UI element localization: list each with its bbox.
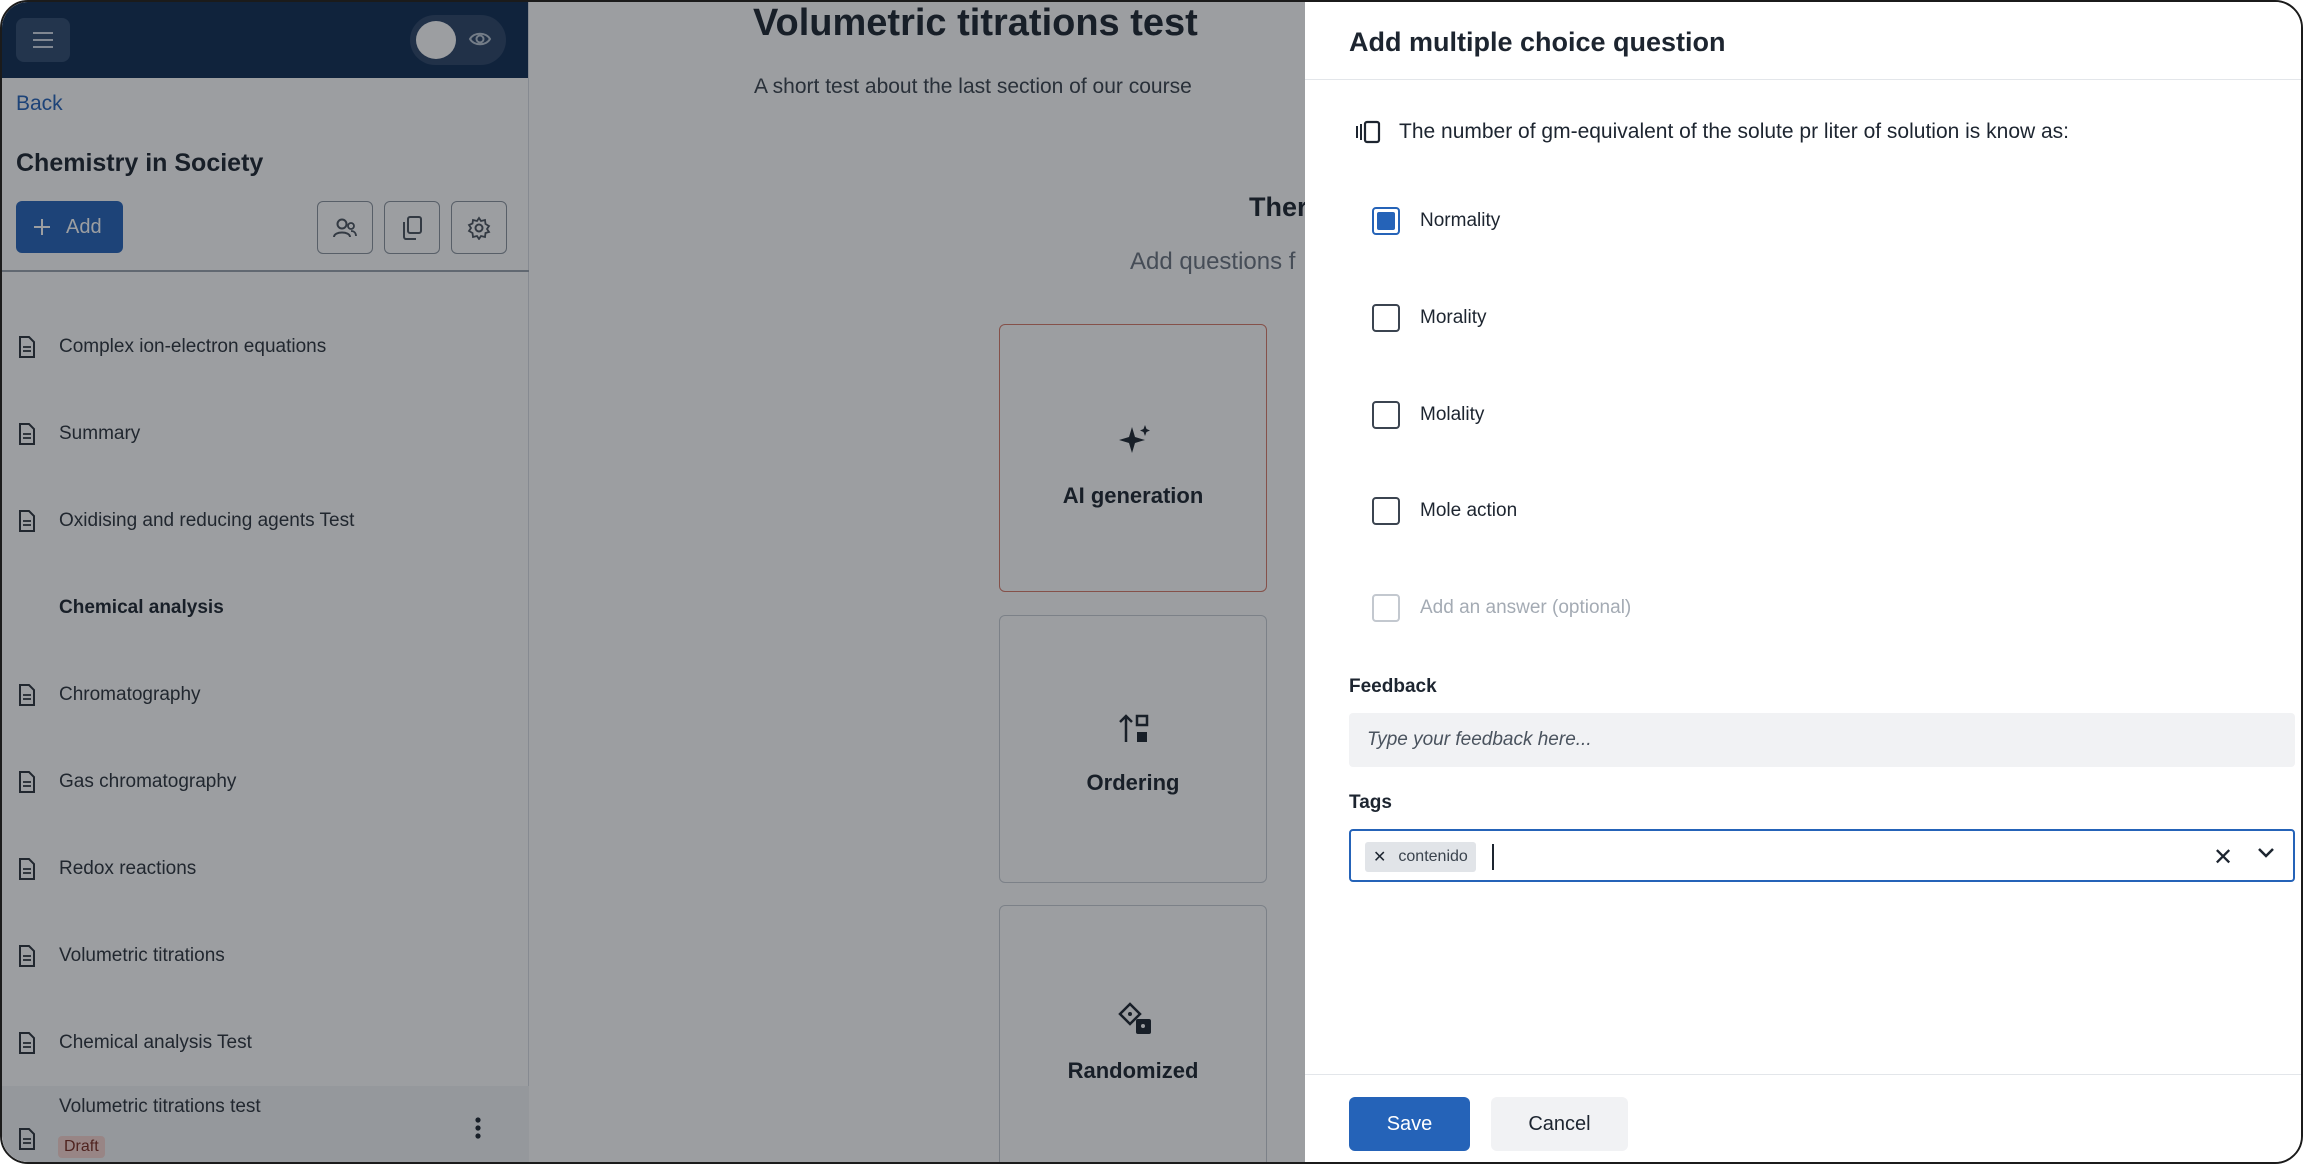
save-button[interactable]: Save (1349, 1097, 1470, 1151)
feedback-input[interactable] (1349, 713, 2295, 767)
question-text[interactable]: The number of gm-equivalent of the solut… (1399, 120, 2069, 144)
drawer-header-divider (1305, 79, 2301, 80)
tag-chip: ✕ contenido (1365, 842, 1476, 872)
text-cursor (1492, 844, 1494, 870)
tags-label: Tags (1349, 792, 1392, 813)
answer-checkbox (1372, 594, 1400, 622)
answer-checkbox[interactable] (1372, 401, 1400, 429)
tags-input[interactable]: ✕ contenido ✕ (1349, 829, 2295, 882)
drawer-footer-divider (1305, 1074, 2301, 1075)
answer-option[interactable]: Mole action (1372, 497, 1517, 525)
multiple-choice-icon (1356, 120, 1381, 144)
question-drawer: Add multiple choice question The number … (1305, 2, 2301, 1162)
chevron-down-icon[interactable] (2257, 847, 2275, 859)
modal-backdrop[interactable] (2, 2, 1305, 1162)
remove-tag-icon[interactable]: ✕ (1373, 847, 1386, 867)
add-answer-placeholder[interactable]: Add an answer (optional) (1420, 597, 1631, 619)
answer-label[interactable]: Normality (1420, 210, 1500, 232)
cancel-button[interactable]: Cancel (1491, 1097, 1628, 1151)
answer-label[interactable]: Morality (1420, 307, 1487, 329)
answer-checkbox[interactable] (1372, 497, 1400, 525)
answer-option[interactable]: Normality (1372, 207, 1500, 235)
answer-option[interactable]: Molality (1372, 401, 1484, 429)
add-answer-option[interactable]: Add an answer (optional) (1372, 594, 1631, 622)
drawer-title: Add multiple choice question (1349, 27, 1726, 57)
answer-label[interactable]: Mole action (1420, 500, 1517, 522)
app-window: Back Chemistry in Society Add Complex io… (0, 0, 2303, 1164)
answer-option[interactable]: Morality (1372, 304, 1487, 332)
question-row: The number of gm-equivalent of the solut… (1355, 120, 2069, 144)
answer-label[interactable]: Molality (1420, 404, 1484, 426)
clear-tags-icon[interactable]: ✕ (2213, 843, 2233, 872)
tag-chip-label: contenido (1398, 848, 1468, 865)
feedback-label: Feedback (1349, 676, 1437, 697)
answer-checkbox[interactable] (1372, 207, 1400, 235)
answer-checkbox[interactable] (1372, 304, 1400, 332)
